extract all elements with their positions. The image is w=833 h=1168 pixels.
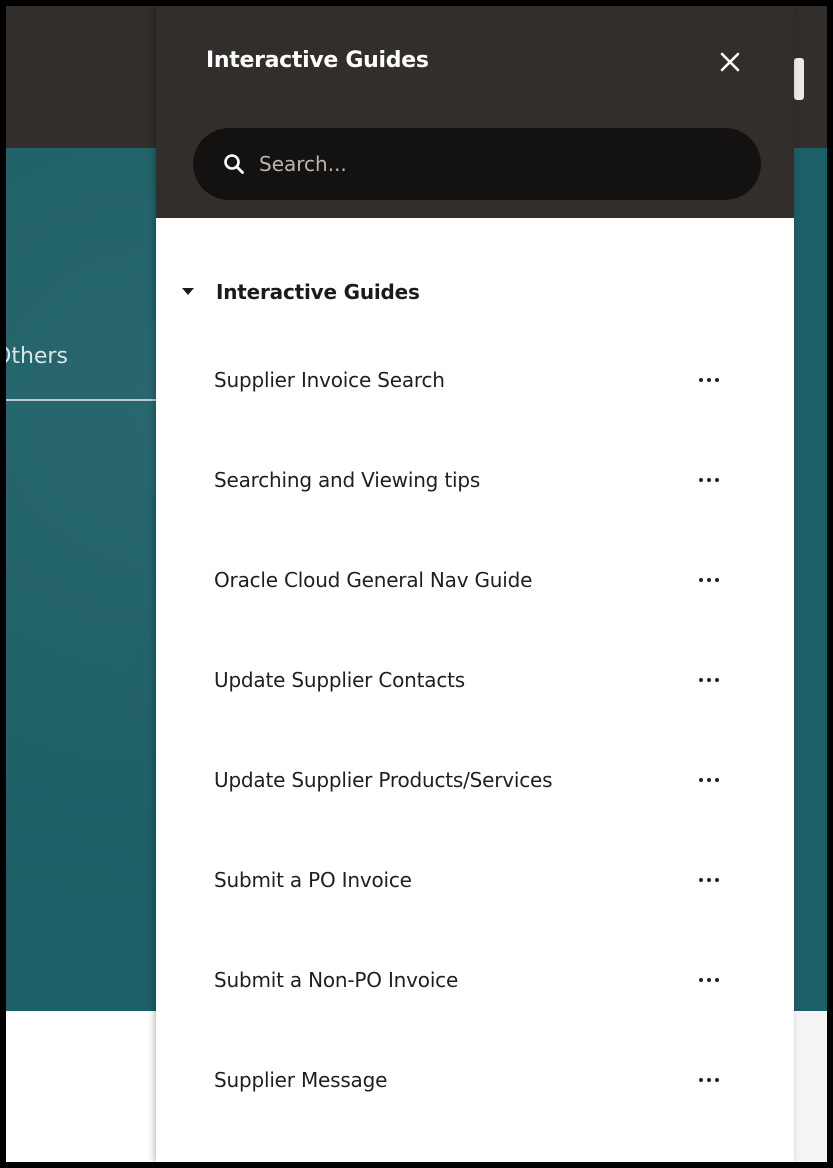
section-header-interactive-guides[interactable]: Interactive Guides	[178, 276, 420, 308]
app-header-button-edge[interactable]	[794, 58, 804, 100]
guide-label: Update Supplier Products/Services	[214, 768, 553, 792]
guide-item-searching-and-viewing-tips[interactable]: Searching and Viewing tips	[156, 430, 794, 530]
more-options-button[interactable]	[692, 666, 726, 694]
guide-item-update-supplier-contacts[interactable]: Update Supplier Contacts	[156, 630, 794, 730]
app-tab-underline	[6, 399, 156, 401]
guides-list: Supplier Invoice Search Searching and Vi…	[156, 330, 794, 1130]
guide-item-oracle-cloud-general-nav-guide[interactable]: Oracle Cloud General Nav Guide	[156, 530, 794, 630]
close-icon	[720, 52, 740, 72]
search-box[interactable]	[193, 128, 761, 200]
guide-label: Submit a Non-PO Invoice	[214, 968, 459, 992]
close-button[interactable]	[712, 44, 748, 80]
more-icon	[699, 578, 719, 582]
more-options-button[interactable]	[692, 966, 726, 994]
app-content-edge	[794, 1011, 827, 1162]
guide-item-update-supplier-products-services[interactable]: Update Supplier Products/Services	[156, 730, 794, 830]
search-input[interactable]	[257, 143, 721, 185]
app-tab-others[interactable]: Others	[6, 344, 156, 369]
more-icon	[699, 378, 719, 382]
more-icon	[699, 878, 719, 882]
more-icon	[699, 778, 719, 782]
more-icon	[699, 678, 719, 682]
more-options-button[interactable]	[692, 1066, 726, 1094]
search-icon	[223, 153, 245, 175]
caret-down-icon[interactable]	[178, 282, 198, 302]
more-options-button[interactable]	[692, 566, 726, 594]
more-options-button[interactable]	[692, 366, 726, 394]
guide-item-supplier-invoice-search[interactable]: Supplier Invoice Search	[156, 330, 794, 430]
app-hero-banner-edge	[794, 148, 827, 1011]
guide-label: Submit a PO Invoice	[214, 868, 412, 892]
guide-label: Update Supplier Contacts	[214, 668, 465, 692]
more-options-button[interactable]	[692, 466, 726, 494]
guide-label: Supplier Message	[214, 1068, 388, 1092]
more-icon	[699, 978, 719, 982]
guide-label: Supplier Invoice Search	[214, 368, 445, 392]
guide-label: Searching and Viewing tips	[214, 468, 481, 492]
panel-title: Interactive Guides	[206, 48, 429, 73]
more-icon	[699, 1078, 719, 1082]
guide-label: Oracle Cloud General Nav Guide	[214, 568, 533, 592]
more-options-button[interactable]	[692, 866, 726, 894]
interactive-guides-panel: Interactive Guides Interacti	[156, 6, 794, 1162]
guide-item-submit-a-po-invoice[interactable]: Submit a PO Invoice	[156, 830, 794, 930]
guide-item-supplier-message[interactable]: Supplier Message	[156, 1030, 794, 1130]
panel-header: Interactive Guides	[156, 6, 794, 218]
section-label: Interactive Guides	[216, 280, 420, 304]
screen: Others Interactive Guides	[6, 6, 827, 1162]
guide-item-submit-a-non-po-invoice[interactable]: Submit a Non-PO Invoice	[156, 930, 794, 1030]
more-options-button[interactable]	[692, 766, 726, 794]
more-icon	[699, 478, 719, 482]
